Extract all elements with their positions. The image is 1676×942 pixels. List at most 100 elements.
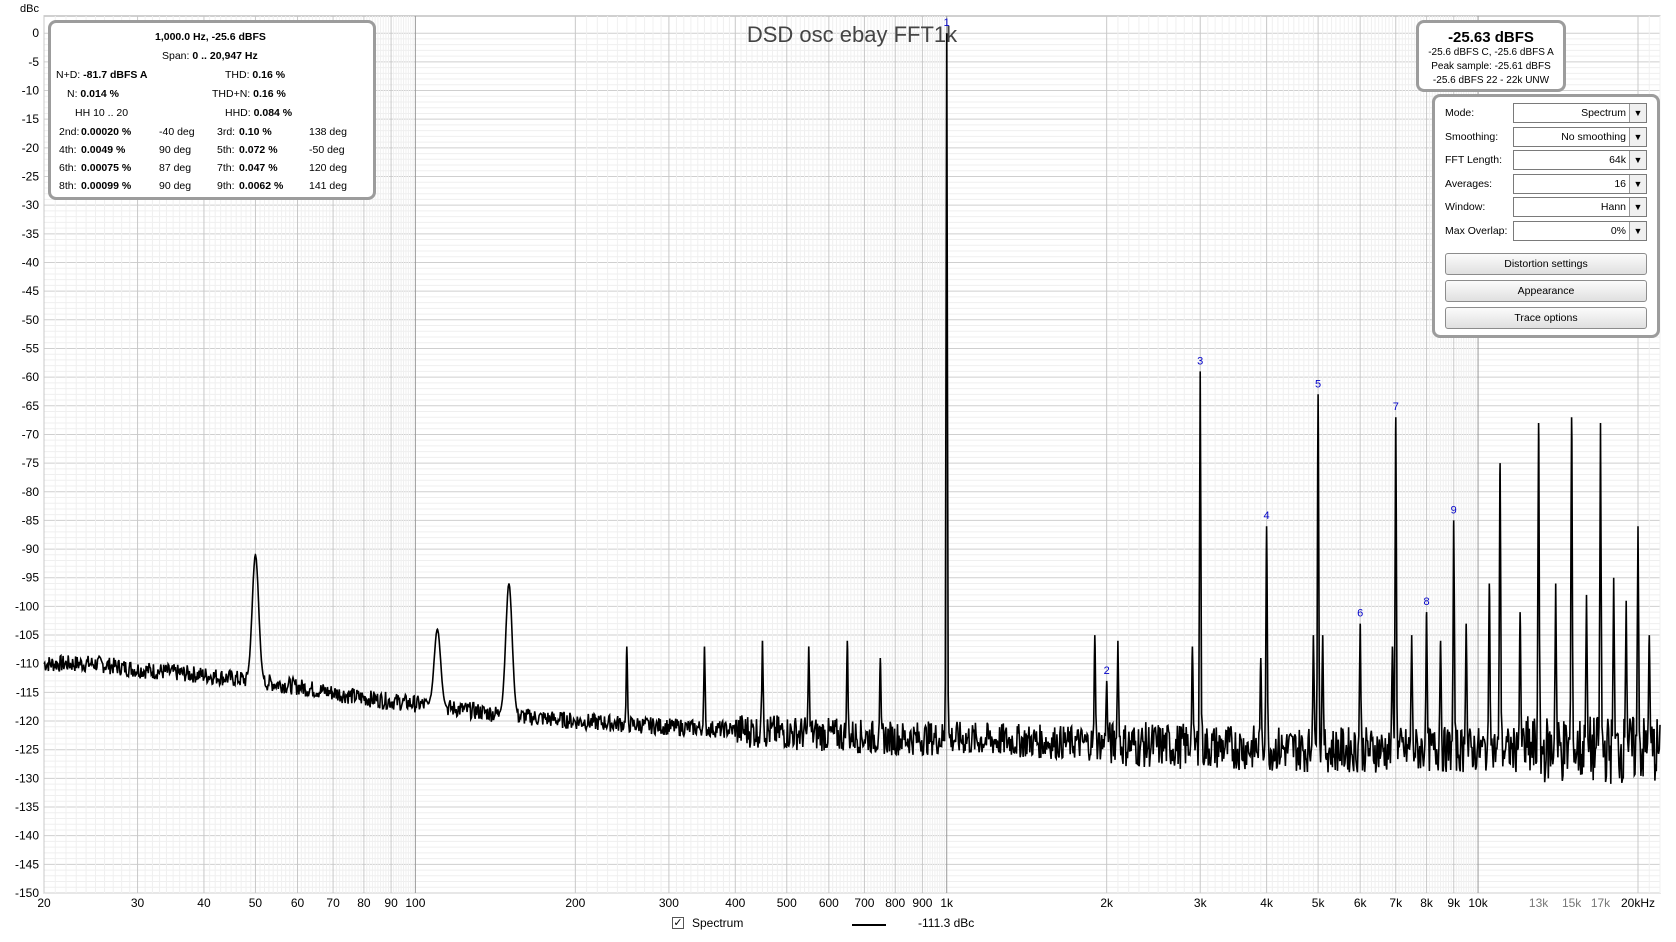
chevron-down-icon[interactable]: ▼ — [1629, 151, 1646, 169]
trace-options-button[interactable]: Trace options — [1445, 307, 1647, 329]
x-tick-label: 15k — [1562, 896, 1582, 910]
y-tick-label: -60 — [22, 370, 40, 384]
y-tick-label: -65 — [22, 399, 40, 413]
x-tick-label: 500 — [777, 896, 797, 910]
setting-label: Mode: — [1445, 107, 1475, 119]
harmonic-label: 8th: — [59, 180, 77, 192]
setting-select[interactable]: 16 ▼ — [1513, 173, 1647, 194]
x-tick-label: 1k — [940, 896, 954, 910]
x-tick-label: 3k — [1194, 896, 1208, 910]
harmonic-phase: 87 deg — [159, 162, 192, 174]
span-label: Span: — [162, 50, 190, 62]
y-tick-label: -95 — [22, 571, 40, 585]
x-tick-label: 6k — [1354, 896, 1368, 910]
y-tick-label: -145 — [15, 857, 39, 871]
legend-label: Spectrum — [692, 916, 744, 930]
distortion-settings-button[interactable]: Distortion settings — [1445, 253, 1647, 275]
x-tick-label: 900 — [912, 896, 932, 910]
y-tick-label: -15 — [22, 112, 40, 126]
x-tick-label: 700 — [854, 896, 874, 910]
y-tick-label: -55 — [22, 341, 40, 355]
harmonic-value: 0.10 % — [239, 126, 272, 138]
setting-label: Smoothing: — [1445, 130, 1499, 143]
x-tick-label: 300 — [659, 896, 679, 910]
x-tick-label: 17k — [1591, 896, 1611, 910]
harmonic-phase: 138 deg — [309, 126, 347, 138]
y-tick-label: -45 — [22, 284, 40, 298]
x-tick-label: 20kHz — [1621, 896, 1655, 910]
setting-value: Spectrum — [1581, 107, 1626, 119]
x-tick-label: 600 — [819, 896, 839, 910]
y-tick-label: -80 — [22, 485, 40, 499]
y-tick-label: -5 — [28, 55, 39, 69]
hhd-label: HHD: — [225, 107, 251, 119]
setting-value: 64k — [1609, 154, 1626, 166]
x-tick-label: 800 — [885, 896, 905, 910]
setting-select[interactable]: 64k ▼ — [1513, 150, 1647, 170]
x-tick-label: 7k — [1389, 896, 1403, 910]
y-tick-label: -70 — [22, 427, 40, 441]
harmonic-phase: 90 deg — [159, 144, 192, 156]
x-tick-label: 2k — [1100, 896, 1114, 910]
y-tick-label: -25 — [22, 169, 40, 183]
harmonic-marker-label: 6 — [1357, 608, 1363, 620]
y-tick-label: -130 — [15, 771, 39, 785]
spectrum-checkbox[interactable]: ✓ — [672, 917, 684, 929]
x-tick-label: 20 — [37, 896, 51, 910]
chevron-down-icon[interactable]: ▼ — [1629, 174, 1646, 193]
chart-title: DSD osc ebay FFT1k — [747, 22, 958, 47]
harmonic-value: 0.0062 % — [239, 180, 284, 192]
y-tick-label: -125 — [15, 743, 39, 757]
chevron-down-icon[interactable]: ▼ — [1629, 198, 1646, 216]
x-axis-ticks: 20 30 40 50 60 70 80 90 100 200 300 400 500 600 700 800… — [37, 896, 1655, 910]
hh-label: HH 10 .. 20 — [75, 107, 129, 119]
chevron-down-icon[interactable]: ▼ — [1629, 127, 1646, 146]
setting-value: 16 — [1614, 177, 1626, 190]
y-tick-label: -115 — [16, 685, 39, 699]
setting-row: FFT Length: 64k ▼ — [1445, 150, 1650, 170]
chevron-down-icon[interactable]: ▼ — [1629, 221, 1646, 240]
y-tick-label: -110 — [16, 657, 39, 671]
harmonic-marker-label: 7 — [1393, 401, 1399, 413]
setting-row: Window: Hann ▼ — [1445, 197, 1650, 217]
setting-select[interactable]: Hann ▼ — [1513, 197, 1647, 217]
x-tick-label: 400 — [725, 896, 745, 910]
harmonic-marker-label: 8 — [1424, 596, 1430, 608]
setting-select[interactable]: 0% ▼ — [1513, 220, 1647, 241]
y-tick-label: -75 — [22, 456, 40, 470]
y-tick-label: -135 — [15, 800, 39, 814]
harmonic-label: 4th: — [59, 144, 77, 156]
level-main: -25.63 dBFS — [1448, 29, 1534, 46]
y-tick-label: -50 — [22, 313, 40, 327]
setting-value: 0% — [1610, 224, 1626, 237]
harmonic-value: 0.00099 % — [81, 180, 132, 192]
x-tick-label: 9k — [1447, 896, 1461, 910]
setting-select[interactable]: No smoothing ▼ — [1513, 126, 1647, 147]
harmonic-value: 0.0049 % — [81, 144, 126, 156]
harmonic-phase: 141 deg — [309, 180, 347, 192]
hhd-readout: HHD: 0.084 % — [225, 107, 292, 119]
harmonic-phase: 90 deg — [159, 180, 192, 192]
x-tick-label: 13k — [1529, 896, 1549, 910]
x-tick-label: 90 — [384, 896, 398, 910]
hhd-value: 0.084 % — [253, 107, 293, 119]
harmonic-label: 6th: — [59, 162, 77, 174]
nd-label: N+D: — [56, 69, 81, 81]
setting-label: FFT Length: — [1445, 154, 1503, 166]
legend-value: -111.3 dBc — [918, 916, 975, 930]
harmonic-marker-label: 2 — [1104, 665, 1110, 677]
chevron-down-icon[interactable]: ▼ — [1629, 104, 1646, 122]
legend-swatch — [852, 924, 886, 926]
harmonic-marker-label: 4 — [1264, 510, 1270, 522]
y-axis-label: dBc — [20, 3, 39, 15]
level-panel: -25.63 dBFS -25.6 dBFS C, -25.6 dBFS A P… — [1416, 20, 1566, 92]
harmonic-phase: -50 deg — [309, 144, 345, 156]
fundamental-readout: 1,000.0 Hz, -25.6 dBFS — [155, 31, 266, 43]
setting-select[interactable]: Spectrum ▼ — [1513, 103, 1647, 123]
appearance-button[interactable]: Appearance — [1445, 280, 1647, 302]
y-tick-label: -85 — [22, 513, 40, 527]
y-tick-label: -40 — [22, 255, 40, 269]
level-weighted: -25.6 dBFS C, -25.6 dBFS A — [1428, 47, 1554, 58]
harmonic-label: 7th: — [217, 162, 235, 174]
setting-label: Max Overlap: — [1445, 224, 1508, 237]
